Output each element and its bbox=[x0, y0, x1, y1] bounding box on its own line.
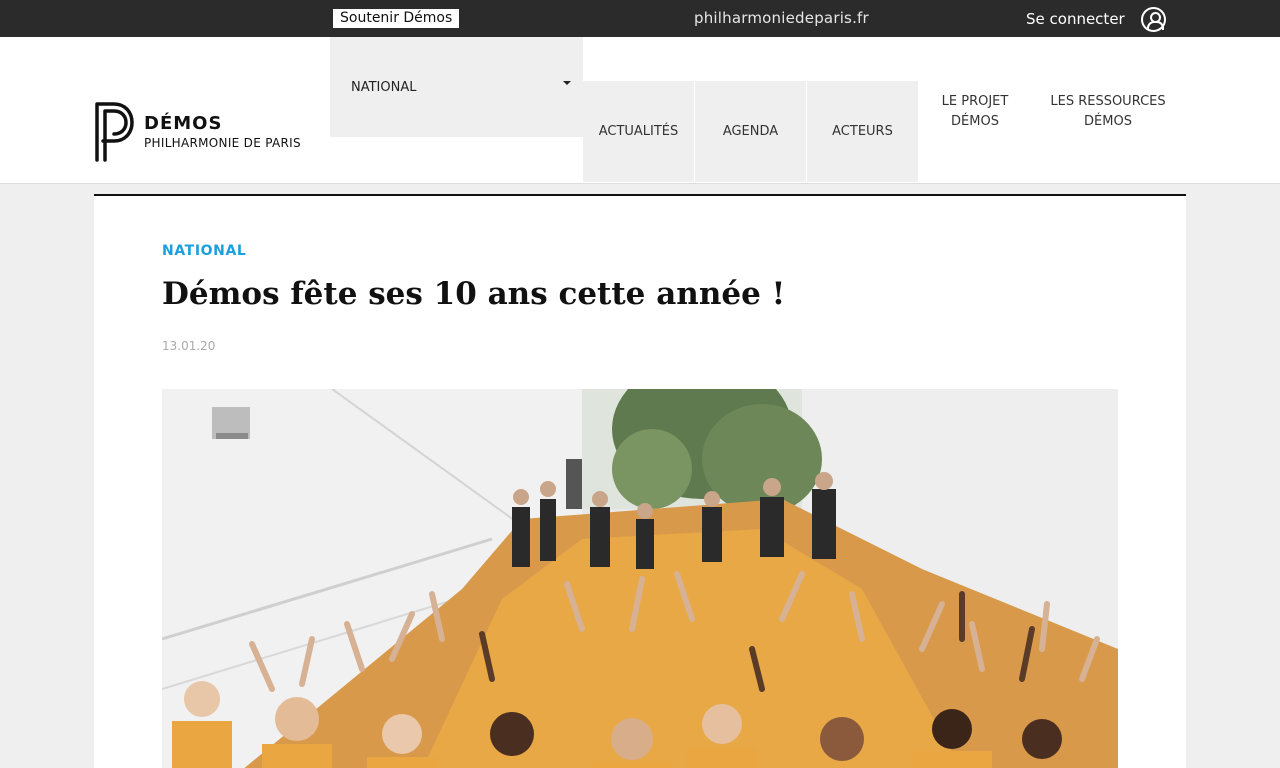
group-photo-illustration bbox=[162, 389, 1118, 768]
nav-item-acteurs[interactable]: ACTEURS bbox=[807, 81, 918, 182]
article-photo bbox=[162, 389, 1118, 768]
dropdown-label: NATIONAL bbox=[351, 79, 417, 95]
philharmonie-site-link[interactable]: philharmoniedeparis.fr bbox=[694, 9, 869, 27]
nav-item-agenda[interactable]: AGENDA bbox=[695, 81, 806, 182]
article-category-link[interactable]: NATIONAL bbox=[162, 243, 246, 259]
nav-item-actualites[interactable]: ACTUALITÉS bbox=[583, 81, 694, 182]
login-button[interactable]: Se connecter bbox=[1026, 5, 1166, 33]
logo-subtitle: PHILHARMONIE DE PARIS bbox=[144, 135, 301, 150]
national-dropdown[interactable]: NATIONAL bbox=[330, 37, 583, 137]
top-bar: Soutenir Démos philharmoniedeparis.fr Se… bbox=[0, 0, 1280, 37]
article-date: 13.01.20 bbox=[162, 339, 216, 353]
demos-p-logo-icon bbox=[95, 102, 134, 162]
logo-text: DÉMOS PHILHARMONIE DE PARIS bbox=[144, 114, 301, 150]
article-title: Démos fête ses 10 ans cette année ! bbox=[162, 276, 786, 312]
nav-item-les-ressources-demos[interactable]: LES RESSOURCES DÉMOS bbox=[1031, 61, 1185, 162]
user-circle-icon bbox=[1140, 6, 1166, 32]
article-card: NATIONAL Démos fête ses 10 ans cette ann… bbox=[94, 194, 1186, 768]
caret-down-icon bbox=[563, 81, 571, 85]
login-label: Se connecter bbox=[1026, 10, 1125, 28]
support-demos-button[interactable]: Soutenir Démos bbox=[333, 9, 460, 28]
main-nav: ACTUALITÉS AGENDA ACTEURS LE PROJET DÉMOS… bbox=[583, 81, 1185, 182]
demos-logo[interactable]: DÉMOS PHILHARMONIE DE PARIS bbox=[94, 101, 304, 163]
logo-title: DÉMOS bbox=[144, 113, 223, 134]
site-header: DÉMOS PHILHARMONIE DE PARIS NATIONAL ACT… bbox=[0, 37, 1280, 184]
nav-item-le-projet-demos[interactable]: LE PROJET DÉMOS bbox=[919, 61, 1031, 162]
